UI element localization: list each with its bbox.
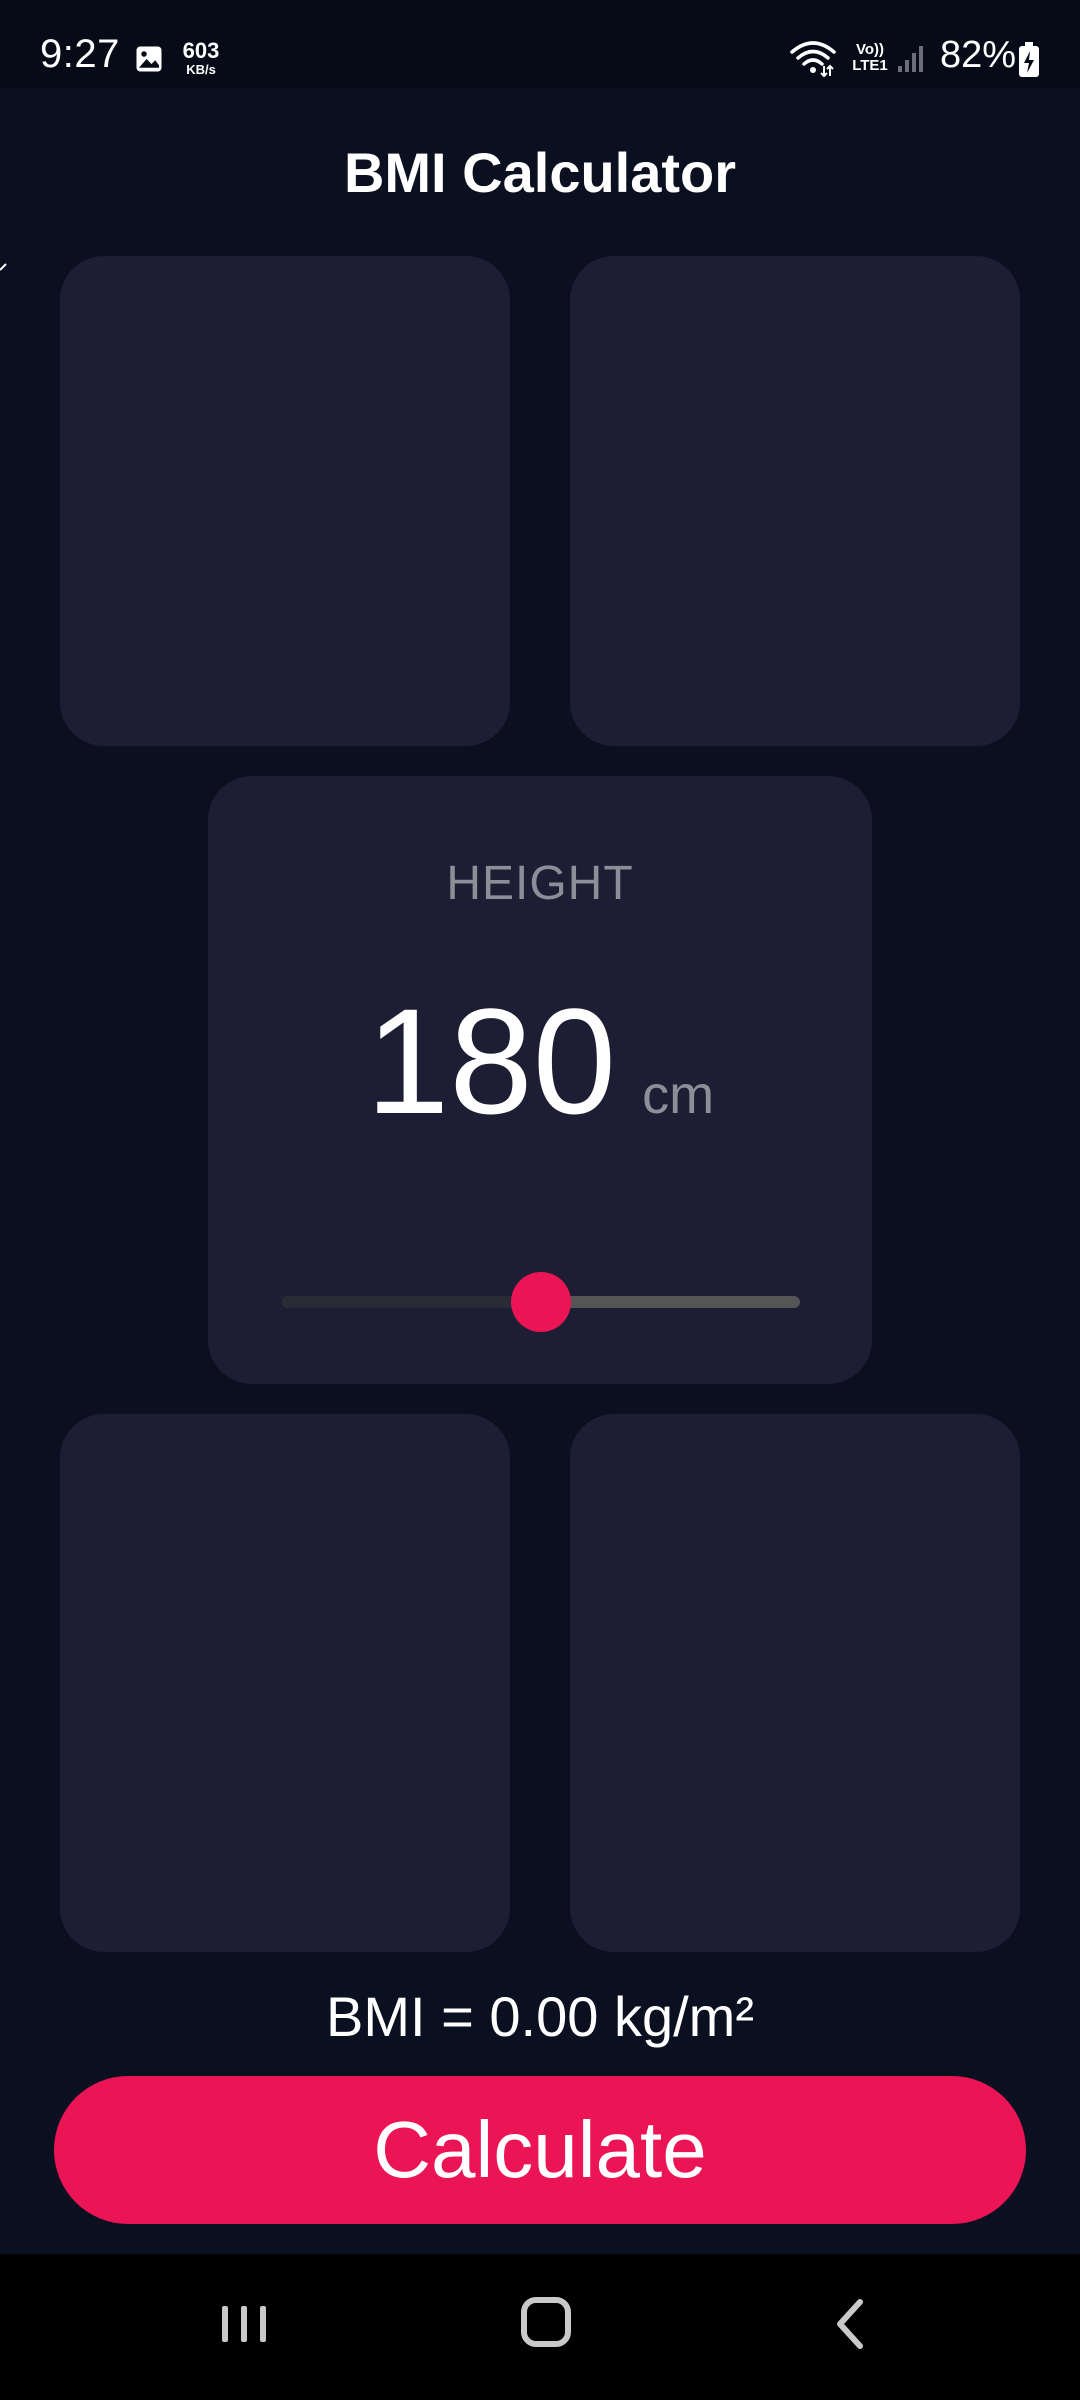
image-icon [136,46,162,72]
volte-indicator: Vo)) LTE1 [848,42,892,74]
height-value-row: 180 cm [208,986,872,1136]
bottom-left-card[interactable] [60,1414,510,1952]
network-speed-unit: KB/s [186,62,216,77]
calculate-button[interactable]: Calculate [54,2076,1026,2224]
battery-percentage: 82% [940,34,1017,76]
home-icon [521,2297,571,2347]
recent-apps-button[interactable] [184,2274,304,2374]
volte-line-1: Vo)) [855,41,885,58]
wifi-icon [790,41,836,78]
back-button[interactable] [790,2274,910,2374]
back-icon [837,2299,863,2349]
page-title: BMI Calculator [343,141,737,204]
height-label: HEIGHT [446,857,634,910]
volte-line-2: LTE1 [852,56,888,74]
height-value: 180 [365,977,617,1145]
edge-indicator [0,263,7,271]
signal-icon [898,46,923,72]
bottom-right-card[interactable] [570,1414,1020,1952]
home-button[interactable] [486,2274,606,2374]
height-slider-thumb[interactable] [511,1272,571,1332]
top-right-card[interactable] [570,256,1020,746]
status-bar: 9:27 603 KB/s Vo)) LTE1 82% [0,0,1080,88]
height-slider[interactable] [282,1272,800,1332]
navigation-bar [0,2254,1080,2400]
network-speed-value: 603 [182,38,220,63]
top-left-card[interactable] [60,256,510,746]
network-speed: 603 KB/s [176,38,226,77]
bmi-result: BMI = 0.00 kg/m² [326,1985,754,2048]
height-unit: cm [642,1065,715,1125]
battery-charging-icon [1019,42,1039,77]
recent-apps-icon [222,2306,266,2342]
height-slider-active-track [282,1296,541,1308]
bmi-calculator-screen: 9:27 603 KB/s Vo)) LTE1 82% BMI Calculat… [0,0,1080,2400]
status-time: 9:27 [40,32,120,76]
height-card: HEIGHT 180 cm [208,776,872,1384]
